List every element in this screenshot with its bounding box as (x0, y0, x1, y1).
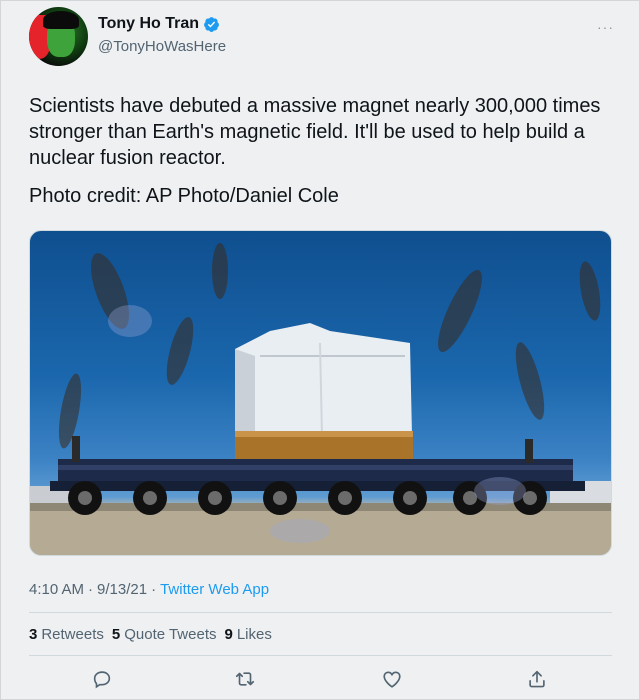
meta-separator: · (151, 581, 157, 598)
divider (29, 655, 612, 656)
retweets-count: 3 (29, 626, 38, 643)
quote-label: Quote Tweets (124, 626, 217, 643)
like-icon[interactable] (381, 668, 403, 690)
more-options-icon[interactable]: ··· (597, 19, 614, 35)
likes-label: Likes (236, 626, 272, 643)
retweet-icon[interactable] (234, 668, 256, 690)
tweet-time[interactable]: 4:10 AM (29, 581, 84, 598)
tweet-card: Tony Ho Tran @TonyHoWasHere ··· Scientis… (0, 0, 640, 700)
author-name[interactable]: Tony Ho Tran (98, 15, 199, 33)
tweet-text: Scientists have debuted a massive magnet… (29, 95, 601, 169)
tweet-meta: 4:10 AM · 9/13/21 · Twitter Web App (29, 581, 269, 598)
avatar[interactable] (29, 7, 88, 66)
quote-tweets-stat[interactable]: 5 Quote Tweets (112, 626, 217, 643)
likes-count: 9 (224, 626, 233, 643)
photo-credit: Photo credit: AP Photo/Daniel Cole (29, 185, 339, 207)
source-app-link[interactable]: Twitter Web App (160, 581, 269, 598)
retweets-stat[interactable]: 3 Retweets (29, 626, 104, 643)
reply-icon[interactable] (91, 668, 113, 690)
tweet-stats: 3 Retweets 5 Quote Tweets 9 Likes (29, 626, 274, 643)
share-icon[interactable] (526, 668, 548, 690)
author-name-row: Tony Ho Tran (98, 15, 220, 33)
tweet-photo[interactable] (29, 230, 612, 556)
retweets-label: Retweets (41, 626, 104, 643)
meta-separator: · (88, 581, 94, 598)
divider (29, 612, 612, 613)
author-handle[interactable]: @TonyHoWasHere (98, 38, 226, 55)
tweet-date[interactable]: 9/13/21 (97, 581, 147, 598)
quote-count: 5 (111, 626, 121, 643)
likes-stat[interactable]: 9 Likes (225, 626, 272, 643)
verified-icon (203, 16, 220, 33)
tweet-actions (1, 668, 640, 692)
